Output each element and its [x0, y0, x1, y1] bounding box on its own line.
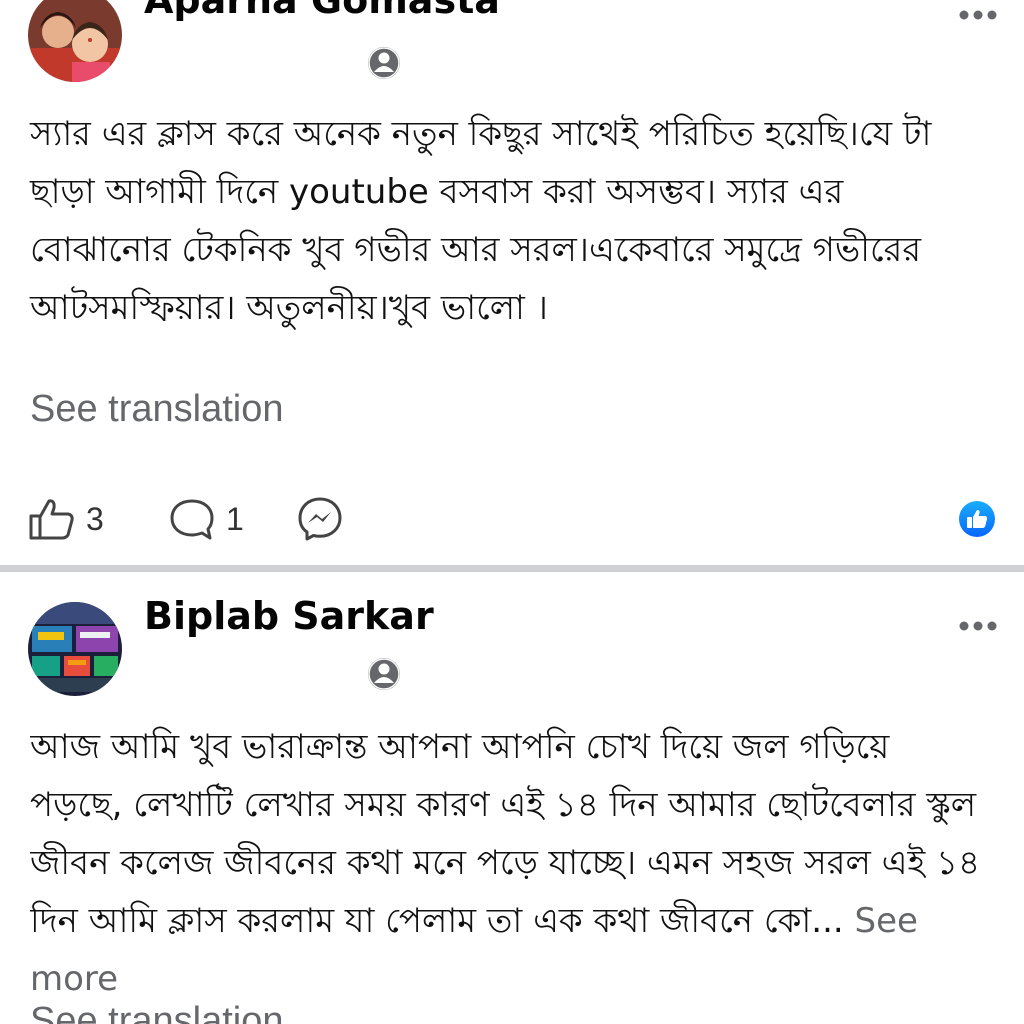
like-count: 3: [86, 500, 104, 537]
author-avatar[interactable]: [28, 0, 122, 82]
comment-count: 1: [226, 500, 244, 537]
comments-feed: Aparna Gomasta স্যার এর ক্লাস করে অনেক ন…: [0, 0, 1024, 1024]
friends-privacy-icon[interactable]: [366, 656, 402, 692]
like-button[interactable]: 3: [28, 492, 104, 546]
comment-body: আজ আমি খুব ভারাক্রান্ত আপনা আপনি চোখ দিয…: [30, 718, 990, 1018]
see-translation-link[interactable]: See translation: [30, 1000, 284, 1024]
more-options-icon[interactable]: [958, 6, 998, 20]
more-options-icon[interactable]: [958, 617, 998, 631]
comment-post: Biplab Sarkar আজ আমি খুব ভারাক্রান্ত আপন…: [0, 572, 1024, 1024]
author-name[interactable]: Aparna Gomasta: [144, 0, 500, 22]
avatar-photo-icon: [28, 602, 122, 696]
like-reaction-badge[interactable]: [958, 500, 996, 538]
comment-bubble-icon: [170, 499, 214, 540]
author-avatar[interactable]: [28, 602, 122, 696]
author-name[interactable]: Biplab Sarkar: [144, 594, 434, 638]
post-divider: [0, 565, 1024, 572]
comment-body: স্যার এর ক্লাস করে অনেক নতুন কিছুর সাথেই…: [30, 114, 932, 328]
comment-button[interactable]: 1: [168, 492, 244, 546]
messenger-icon: [298, 497, 342, 541]
comment-body-text: আজ আমি খুব ভারাক্রান্ত আপনা আপনি চোখ দিয…: [30, 727, 981, 941]
thumbs-up-icon: [29, 499, 74, 540]
friends-privacy-icon[interactable]: [366, 45, 402, 81]
messenger-share-button[interactable]: [296, 492, 344, 546]
avatar-photo-icon: [28, 0, 122, 82]
action-bar: 3 1: [0, 492, 1024, 546]
see-translation-link[interactable]: See translation: [30, 388, 284, 431]
comment-post: Aparna Gomasta স্যার এর ক্লাস করে অনেক ন…: [0, 0, 1024, 565]
